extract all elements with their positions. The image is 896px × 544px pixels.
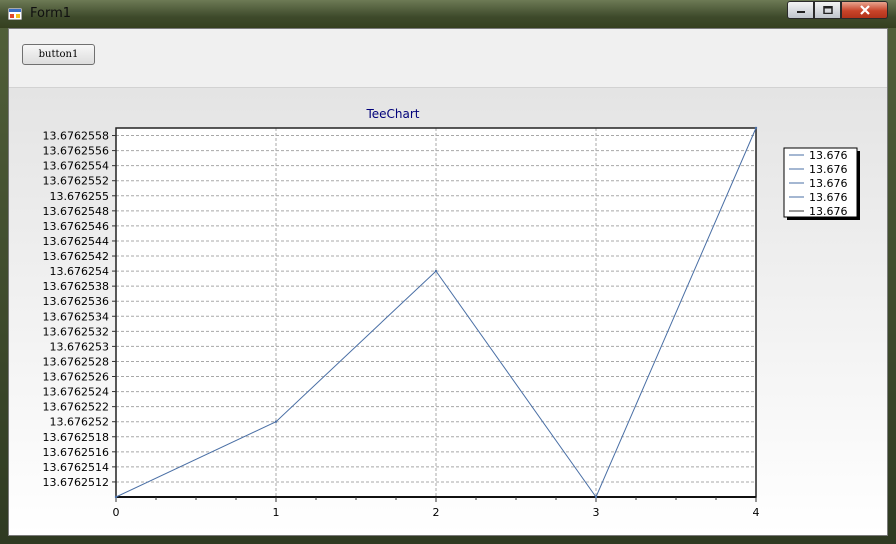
y-tick-label: 13.676252 (50, 416, 110, 429)
maximize-button[interactable] (814, 1, 841, 19)
x-tick-label: 2 (433, 506, 440, 519)
y-tick-label: 13.6762542 (43, 250, 109, 263)
y-tick-label: 13.6762526 (43, 371, 109, 384)
button1[interactable]: button1 (22, 44, 95, 65)
y-tick-label: 13.676254 (50, 265, 110, 278)
window-title: Form1 (30, 6, 72, 21)
app-window: Form1 button1 TeeChart 13.676 2558 13.676… (0, 0, 896, 544)
title-bar[interactable]: Form1 (0, 0, 896, 28)
y-tick-label: 13.6762546 (43, 220, 109, 233)
maximize-icon (822, 6, 833, 14)
y-tick-label: 13.6762538 (43, 280, 109, 293)
x-tick-label: 0 (113, 506, 120, 519)
chart-title: TeeChart (365, 107, 419, 121)
legend-item: 13.676 (809, 191, 848, 204)
y-tick-label: 13.6762522 (43, 401, 109, 414)
minimize-button[interactable] (787, 1, 814, 19)
y-tick-label: 13.6762518 (43, 431, 109, 444)
data-point (594, 495, 598, 499)
y-tick-label: 13.6762514 (43, 461, 109, 474)
y-tick-label: 13.676253 (50, 340, 110, 353)
form-client-area: button1 TeeChart 13.6762558 13.6762556 13.… (8, 28, 888, 536)
minimize-icon (796, 11, 805, 13)
y-tick-label: 13.6762554 (43, 160, 109, 173)
y-tick-label: 13.6762548 (43, 205, 109, 218)
y-tick-label: 13.676255 (50, 190, 110, 203)
close-icon (859, 5, 870, 15)
y-tick-label: 13.6762528 (43, 355, 109, 368)
x-tick-label: 4 (753, 506, 760, 519)
legend-item: 13.676 (809, 163, 848, 176)
data-point (274, 420, 278, 423)
legend-item: 13.676 (809, 149, 848, 162)
y-tick-label: 13.6762544 (43, 235, 109, 248)
data-point (114, 495, 118, 499)
form-icon (8, 8, 22, 20)
x-tick-label: 1 (273, 506, 280, 519)
y-tick-label: 13.6762532 (43, 325, 109, 338)
y-tick-label: 13.6762556 (43, 145, 109, 158)
close-button[interactable] (841, 1, 888, 19)
top-panel: button1 (9, 29, 887, 88)
data-point (754, 126, 758, 130)
legend-item: 13.676 (809, 177, 848, 190)
y-tick-label: 13.6762516 (43, 446, 109, 459)
y-tick-label: 13.6762558 (43, 130, 109, 143)
y-tick-label: 13.6762534 (43, 310, 109, 323)
teechart[interactable]: TeeChart 13.6762558 13.6762556 13.6762554 1… (9, 88, 887, 535)
x-tick-label: 3 (593, 506, 600, 519)
y-tick-label: 13.6762552 (43, 175, 109, 188)
legend-item: 13.676 (809, 205, 848, 218)
chart-svg: TeeChart 13.676255813.676255613.67625541… (43, 107, 860, 519)
y-tick-label: 13.6762512 (43, 476, 109, 489)
data-point (434, 269, 438, 273)
y-tick-label: 13.6762536 (43, 295, 109, 308)
y-tick-label: 13.6762524 (43, 386, 109, 399)
